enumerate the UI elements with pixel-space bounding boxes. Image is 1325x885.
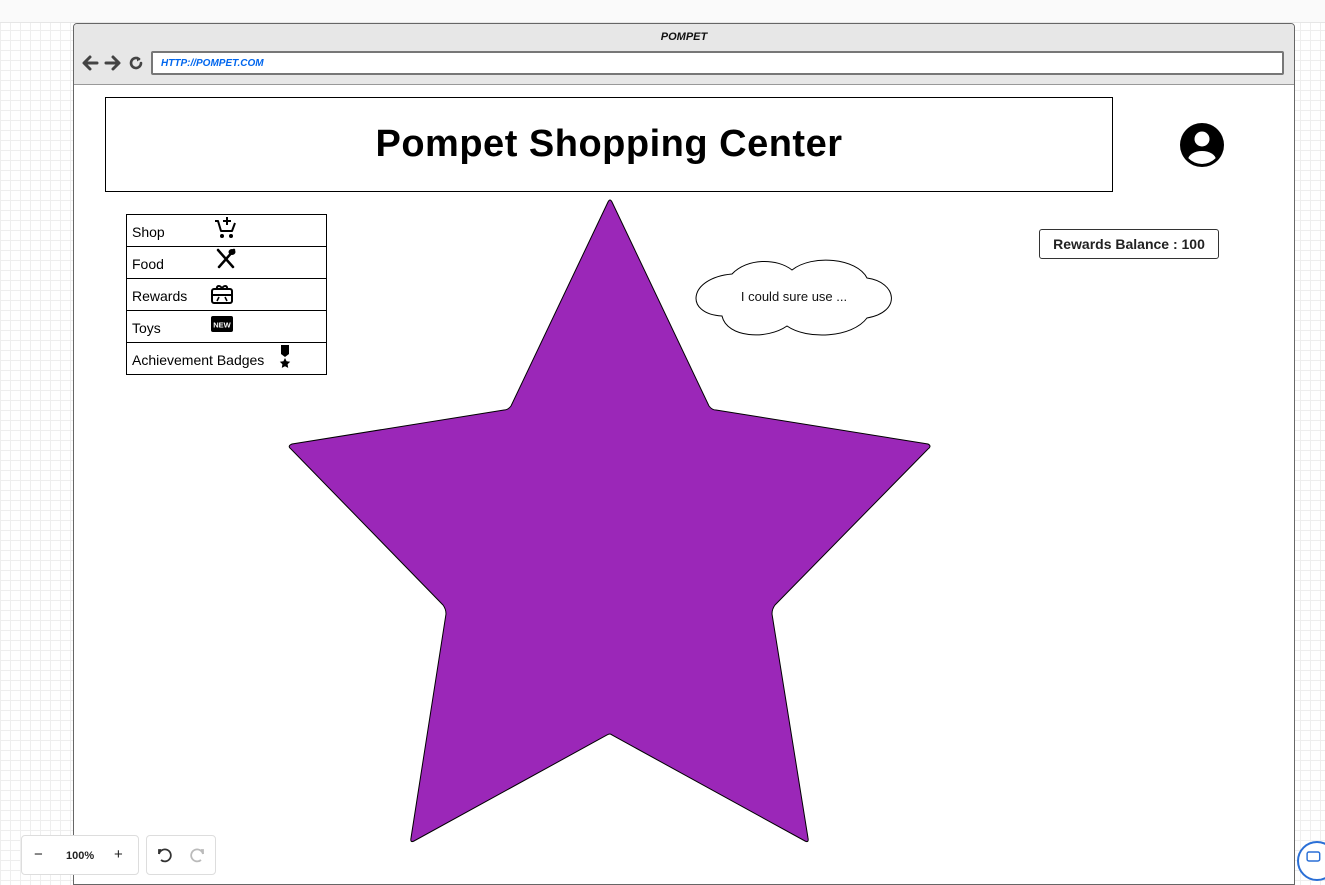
window-title: POMPET: [660, 31, 708, 43]
menu-item-label: Shop: [132, 224, 165, 240]
menu-item-label: Achievement Badges: [132, 352, 265, 368]
undo-icon: [158, 848, 172, 863]
url-input[interactable]: [153, 53, 1282, 74]
speech-cloud: I could sure use ...: [692, 254, 896, 338]
undo-button[interactable]: [155, 846, 173, 864]
menu-item-food[interactable]: Food: [127, 247, 326, 279]
cart-plus-icon: [214, 216, 238, 240]
rewards-balance: Rewards Balance : 100: [1039, 229, 1219, 259]
speech-cloud-text: I could sure use ...: [740, 289, 848, 304]
menu-item-label: Toys: [132, 320, 161, 336]
zoom-in-button[interactable]: +: [114, 846, 123, 863]
gift-card-icon: [210, 282, 234, 306]
new-badge-icon: NEW: [210, 313, 234, 337]
back-button[interactable]: [81, 54, 99, 72]
main-menu: Shop Food Rewards Toys NEW Achievement B…: [126, 214, 327, 375]
refresh-icon: [129, 56, 143, 70]
menu-item-toys[interactable]: Toys NEW: [127, 311, 326, 343]
profile-button[interactable]: [1179, 122, 1225, 168]
menu-item-label: Rewards: [132, 288, 188, 304]
page-header: Pompet Shopping Center: [105, 97, 1113, 192]
arrow-left-icon: [82, 55, 99, 71]
page-title: Pompet Shopping Center: [375, 123, 843, 165]
refresh-button[interactable]: [127, 54, 145, 72]
redo-icon: [190, 848, 204, 863]
svg-text:NEW: NEW: [213, 321, 231, 330]
chat-icon: [1306, 851, 1321, 862]
address-bar[interactable]: [151, 51, 1284, 75]
menu-item-shop[interactable]: Shop: [127, 215, 326, 247]
editor-top-strip: [0, 0, 1325, 23]
zoom-toolbar: − 100% +: [21, 835, 139, 875]
menu-item-rewards[interactable]: Rewards: [127, 279, 326, 311]
zoom-level: 100%: [66, 850, 95, 862]
arrow-right-icon: [104, 55, 121, 71]
chat-button[interactable]: [1297, 841, 1325, 881]
zoom-out-button[interactable]: −: [34, 846, 43, 863]
history-toolbar: [146, 835, 216, 875]
forward-button[interactable]: [104, 54, 122, 72]
redo-button[interactable]: [189, 846, 207, 864]
medal-icon: [273, 344, 297, 368]
user-circle-icon: [1180, 123, 1224, 167]
menu-item-achievement-badges[interactable]: Achievement Badges: [127, 343, 326, 374]
utensils-icon: [214, 247, 238, 271]
browser-header: POMPET: [74, 24, 1294, 85]
menu-item-label: Food: [132, 256, 164, 272]
